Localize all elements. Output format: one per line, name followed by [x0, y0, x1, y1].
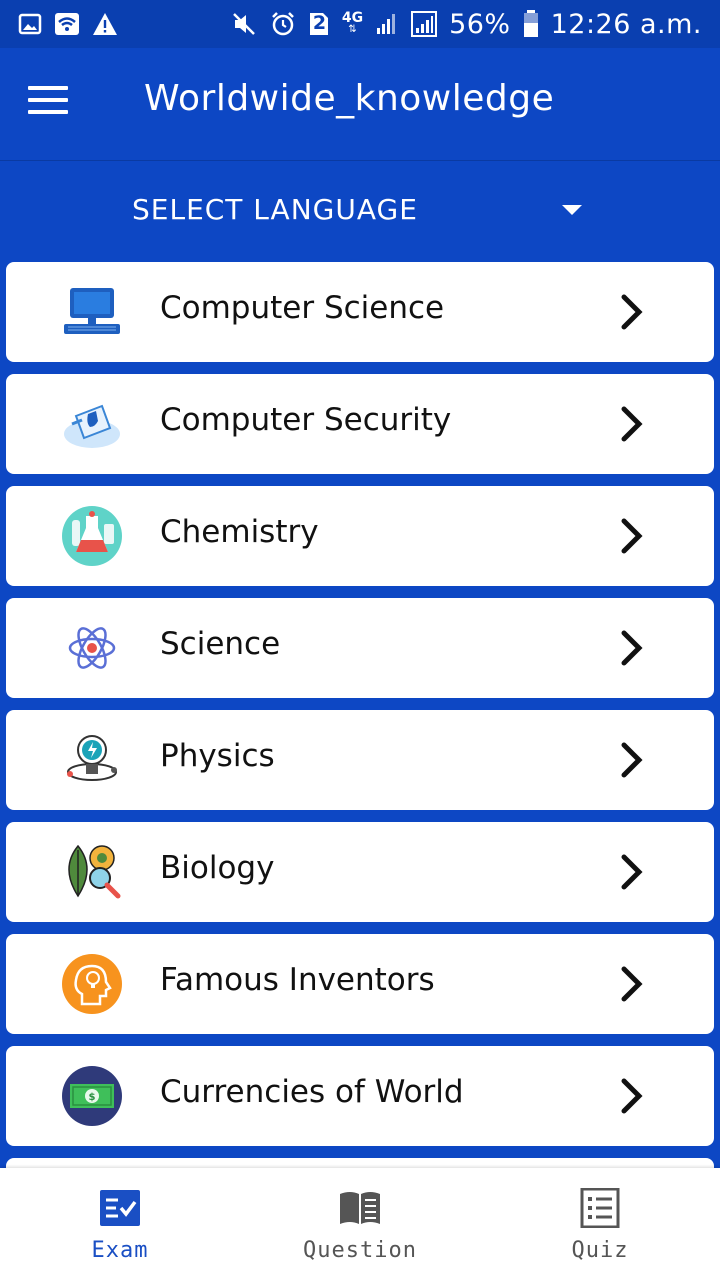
chemistry-flask-icon [62, 506, 122, 566]
nav-item-exam[interactable]: Exam [0, 1168, 240, 1280]
item-label: Physics [160, 738, 275, 774]
app-bar: Worldwide_knowledge [0, 48, 720, 160]
nav-label-exam: Exam [91, 1238, 149, 1263]
item-label: Currencies of World [160, 1074, 464, 1110]
status-left [18, 11, 118, 37]
chevron-right-icon [618, 742, 646, 778]
sim-number: 2 [312, 12, 327, 34]
book-icon [338, 1188, 382, 1228]
wifi-icon [54, 11, 80, 37]
list-item-famous-inventors[interactable]: Famous Inventors [6, 934, 714, 1034]
clock: 12:26 a.m. [550, 8, 702, 40]
list-item-computer-science[interactable]: Computer Science [6, 262, 714, 362]
nav-label-question: Question [303, 1238, 417, 1263]
signal-icon [411, 11, 438, 37]
menu-icon[interactable] [28, 86, 68, 116]
biology-leaf-icon [62, 842, 122, 902]
network-type: 4G [341, 10, 364, 26]
nav-item-quiz[interactable]: Quiz [480, 1168, 720, 1280]
item-label: Chemistry [160, 514, 319, 550]
inventor-head-icon [62, 954, 122, 1014]
atom-icon [62, 618, 122, 678]
battery-percent: 56% [449, 8, 511, 40]
computer-icon [62, 282, 122, 342]
item-label: Biology [160, 850, 275, 886]
app-title: Worldwide_knowledge [144, 78, 555, 119]
chevron-right-icon [618, 966, 646, 1002]
nav-item-question[interactable]: Question [240, 1168, 480, 1280]
item-label: Computer Security [160, 402, 452, 438]
list-item-chemistry[interactable]: Chemistry [6, 486, 714, 586]
chevron-right-icon [618, 294, 646, 330]
status-right: 2 4G ⇅ 56% 12:26 a.m. [232, 9, 702, 40]
list-item-biology[interactable]: Biology [6, 822, 714, 922]
quiz-list-icon [578, 1187, 622, 1229]
nav-label-quiz: Quiz [571, 1238, 629, 1263]
chevron-right-icon [618, 630, 646, 666]
chevron-right-icon [618, 406, 646, 442]
security-icon [62, 394, 122, 454]
item-label: Science [160, 626, 281, 662]
exam-icon [98, 1188, 142, 1228]
list-item-computer-security[interactable]: Computer Security [6, 374, 714, 474]
language-label: SELECT LANGUAGE [132, 193, 418, 226]
currency-icon: $ [62, 1066, 122, 1126]
language-selector[interactable]: SELECT LANGUAGE [0, 160, 720, 257]
mute-icon [232, 12, 258, 36]
chevron-right-icon [618, 1078, 646, 1114]
bottom-navigation: Exam Question Quiz [0, 1168, 720, 1280]
battery-icon [523, 10, 539, 38]
chevron-right-icon [618, 854, 646, 890]
item-label: Computer Science [160, 290, 445, 326]
chevron-right-icon [618, 518, 646, 554]
image-icon [18, 12, 42, 36]
dropdown-arrow-icon[interactable] [562, 205, 582, 215]
sim-2-icon: 2 [308, 11, 330, 37]
4g-icon: 4G ⇅ [341, 10, 364, 35]
item-label: Famous Inventors [160, 962, 435, 998]
status-bar: 2 4G ⇅ 56% 12:26 a.m. [0, 0, 720, 48]
warning-icon [92, 12, 118, 36]
svg-text:$: $ [89, 1092, 96, 1103]
list-item-currencies-of-world[interactable]: $ Currencies of World [6, 1046, 714, 1146]
signal-icon [375, 12, 399, 36]
list-item-physics[interactable]: Physics [6, 710, 714, 810]
physics-bulb-icon [62, 730, 122, 790]
alarm-icon [270, 11, 296, 37]
list-item-science[interactable]: Science [6, 598, 714, 698]
